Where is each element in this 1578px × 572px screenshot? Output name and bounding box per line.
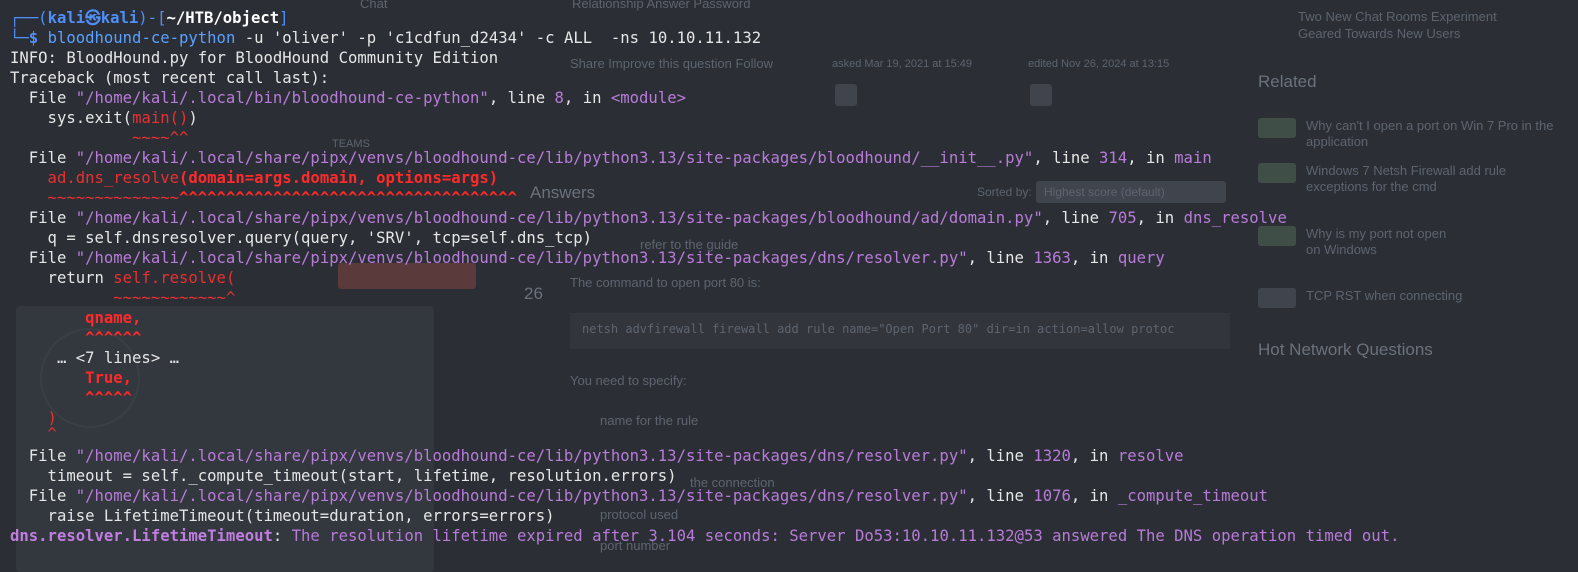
terminal-output[interactable]: ┌──(kali㉿kali)-[~/HTB/object] └─$ bloodh…	[0, 0, 1578, 572]
code-line-raise: raise LifetimeTimeout(timeout=duration, …	[10, 507, 555, 525]
tilde-marks: ~~~~~~~~~~~~	[10, 289, 226, 307]
frame-path: "/home/kali/.local/share/pipx/venvs/bloo…	[75, 249, 968, 267]
code-dns-args: (domain=args.domain, options=args)	[179, 169, 499, 187]
frame-in-label: , in	[563, 89, 611, 107]
caret-marks: ^	[225, 289, 236, 307]
code-main-call: main()	[132, 109, 189, 127]
frame-line-label: , line	[1042, 209, 1109, 227]
frame-prefix: File	[10, 149, 76, 167]
frame-in-label: , in	[1070, 487, 1118, 505]
code-line-sys-exit: sys.exit(main())	[10, 108, 198, 128]
tilde-marks: ~~~~	[10, 129, 170, 147]
caret-line-qname: ^^^^^^	[10, 329, 142, 347]
prompt-end: ]	[279, 9, 289, 27]
code-line-timeout: timeout = self._compute_timeout(start, l…	[10, 467, 677, 485]
traceback-frame: File "/home/kali/.local/bin/bloodhound-c…	[10, 88, 686, 108]
command-args-3: -c ALL -ns 10.10.11.132	[526, 29, 762, 47]
frame-line-label: , line	[1033, 149, 1100, 167]
prompt-path: ~/HTB/object	[166, 9, 280, 27]
prompt-corner-top: ┌──(	[10, 9, 48, 27]
frame-prefix: File	[10, 249, 76, 267]
command-user-value: 'oliver'	[272, 29, 348, 47]
frame-line-label: , line	[488, 89, 555, 107]
prompt-dollar: $	[28, 29, 48, 47]
frame-in-label: , in	[1136, 209, 1184, 227]
prompt-user: kali	[47, 9, 86, 27]
frame-line-number: 314	[1099, 149, 1128, 167]
prompt-mid: )-[	[138, 9, 167, 27]
frame-function: dns_resolve	[1183, 209, 1287, 227]
frame-function: query	[1117, 249, 1165, 267]
error-message: The resolution lifetime expired after 3.…	[291, 527, 1400, 545]
error-sep: :	[272, 527, 292, 545]
frame-in-label: , in	[1127, 149, 1175, 167]
caret-line-true: ^^^^^	[10, 389, 133, 407]
prompt-at: ㉿	[85, 9, 101, 27]
caret-marks: ^^	[169, 129, 189, 147]
caret-line-close: ^	[10, 425, 57, 443]
code-return: return	[10, 269, 114, 287]
caret-line-3: ~~~~~~~~~~~~^	[10, 288, 235, 308]
caret-line-1: ~~~~^^	[10, 128, 188, 148]
frame-line-label: , line	[967, 249, 1034, 267]
frame-prefix: File	[10, 209, 76, 227]
code-sys-exit: sys.exit(	[10, 109, 133, 127]
code-line-qname: qname,	[10, 309, 142, 327]
traceback-frame: File "/home/kali/.local/share/pipx/venvs…	[10, 486, 1268, 506]
command-pass-value: 'c1cdfun_d2434'	[385, 29, 527, 47]
traceback-frame: File "/home/kali/.local/share/pipx/venvs…	[10, 248, 1165, 268]
frame-in-label: , in	[1070, 447, 1118, 465]
code-close: )	[188, 109, 198, 127]
frame-line-number: 1076	[1033, 487, 1071, 505]
frame-line-number: 1363	[1033, 249, 1071, 267]
frame-path: "/home/kali/.local/bin/bloodhound-ce-pyt…	[75, 89, 489, 107]
caret-marks: ^^^^^^^^^^^^^^^^^^^^^^^^^^^^^^^^^^^^	[179, 189, 517, 207]
frame-path: "/home/kali/.local/share/pipx/venvs/bloo…	[75, 447, 968, 465]
prompt-corner-bottom: └─	[10, 29, 29, 47]
error-type: dns.resolver.LifetimeTimeout	[10, 527, 273, 545]
frame-line-label: , line	[967, 487, 1034, 505]
code-line-query: q = self.dnsresolver.query(query, 'SRV',…	[10, 229, 593, 247]
command-args-1: -u	[235, 29, 273, 47]
error-line: dns.resolver.LifetimeTimeout: The resolu…	[10, 526, 1399, 546]
frame-path: "/home/kali/.local/share/pipx/venvs/bloo…	[75, 209, 1043, 227]
code-line-true: True,	[10, 369, 133, 387]
frame-path: "/home/kali/.local/share/pipx/venvs/bloo…	[75, 487, 968, 505]
code-line-return: return self.resolve(	[10, 268, 236, 288]
frame-line-number: 1320	[1033, 447, 1071, 465]
tilde-marks: ~~~~~~~~~~~~~~	[10, 189, 179, 207]
command-program: bloodhound-ce-python	[47, 29, 236, 47]
frame-prefix: File	[10, 487, 76, 505]
frame-function: resolve	[1117, 447, 1184, 465]
frame-prefix: File	[10, 89, 76, 107]
frame-path: "/home/kali/.local/share/pipx/venvs/bloo…	[75, 149, 1034, 167]
info-line: INFO: BloodHound.py for BloodHound Commu…	[10, 49, 499, 67]
frame-function: <module>	[610, 89, 686, 107]
caret-line-2: ~~~~~~~~~~~~~~^^^^^^^^^^^^^^^^^^^^^^^^^^…	[10, 188, 517, 208]
traceback-header: Traceback (most recent call last):	[10, 69, 330, 87]
frame-line-label: , line	[967, 447, 1034, 465]
frame-line-number: 705	[1108, 209, 1137, 227]
code-dns-resolve: ad.dns_resolve	[10, 169, 179, 187]
folded-lines: … <7 lines> …	[10, 349, 179, 367]
frame-function: main	[1174, 149, 1212, 167]
traceback-frame: File "/home/kali/.local/share/pipx/venvs…	[10, 208, 1287, 228]
code-line-dns-resolve: ad.dns_resolve(domain=args.domain, optio…	[10, 168, 499, 188]
command-line: └─$ bloodhound-ce-python -u 'oliver' -p …	[10, 28, 761, 48]
traceback-frame: File "/home/kali/.local/share/pipx/venvs…	[10, 446, 1184, 466]
command-args-2: -p	[348, 29, 386, 47]
code-self-resolve: self.resolve(	[113, 269, 236, 287]
prompt-host: kali	[100, 9, 139, 27]
frame-line-number: 8	[554, 89, 564, 107]
frame-function: _compute_timeout	[1117, 487, 1269, 505]
frame-prefix: File	[10, 447, 76, 465]
traceback-frame: File "/home/kali/.local/share/pipx/venvs…	[10, 148, 1212, 168]
frame-in-label: , in	[1070, 249, 1118, 267]
prompt-line: ┌──(kali㉿kali)-[~/HTB/object]	[10, 8, 289, 28]
